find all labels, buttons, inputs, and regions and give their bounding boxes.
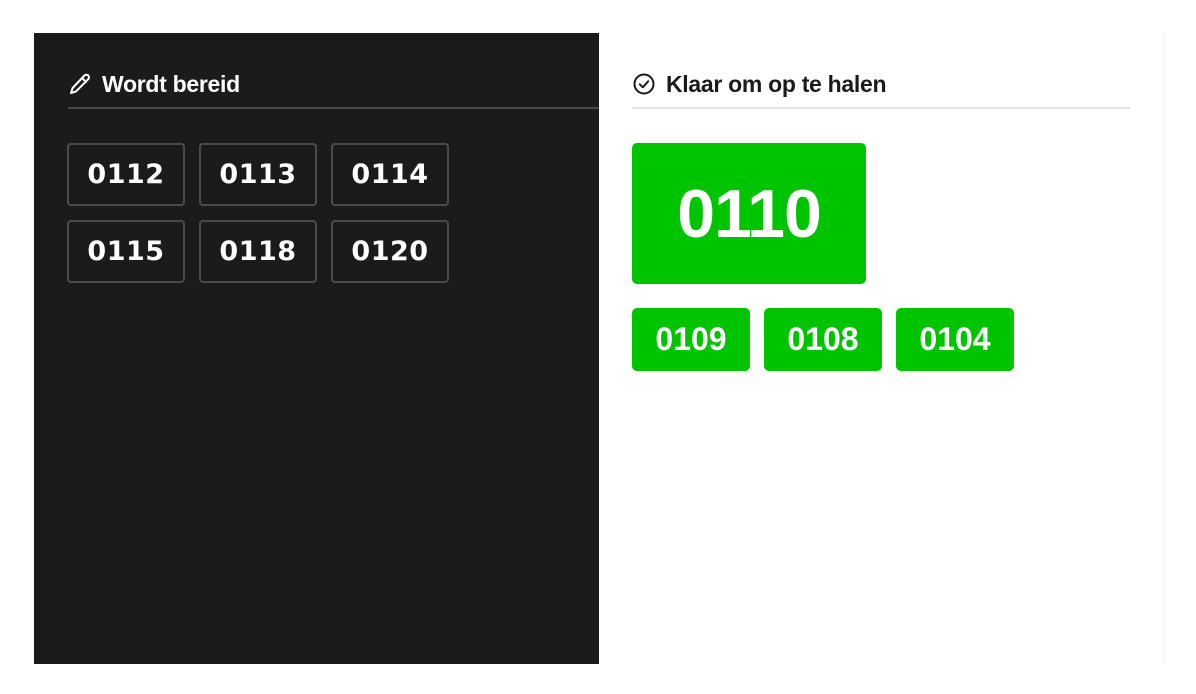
- pen-icon: [68, 72, 92, 96]
- ready-orders-row: 0109 0108 0104: [632, 308, 1014, 371]
- order-number-preparing: 0113: [199, 143, 317, 206]
- order-status-board: Wordt bereid 0112 0113 0114 0115 0118 01…: [0, 0, 1196, 694]
- featured-order-number: 0110: [632, 143, 866, 284]
- ready-header: Klaar om op te halen: [632, 61, 1130, 109]
- ready-title: Klaar om op te halen: [666, 70, 887, 97]
- preparing-panel: Wordt bereid 0112 0113 0114 0115 0118 01…: [34, 33, 599, 664]
- preparing-orders-grid: 0112 0113 0114 0115 0118 0120: [67, 143, 449, 283]
- order-number-preparing: 0115: [67, 220, 185, 283]
- order-number-ready: 0104: [896, 308, 1014, 371]
- order-number-ready: 0108: [764, 308, 882, 371]
- ready-panel: Klaar om op te halen 0110 0109 0108 0104: [599, 33, 1164, 664]
- order-number-preparing: 0114: [331, 143, 449, 206]
- order-number-preparing: 0120: [331, 220, 449, 283]
- order-number-ready: 0109: [632, 308, 750, 371]
- order-number-preparing: 0112: [67, 143, 185, 206]
- order-number-preparing: 0118: [199, 220, 317, 283]
- check-circle-icon: [632, 72, 656, 96]
- preparing-title: Wordt bereid: [102, 70, 240, 97]
- preparing-header: Wordt bereid: [68, 61, 599, 109]
